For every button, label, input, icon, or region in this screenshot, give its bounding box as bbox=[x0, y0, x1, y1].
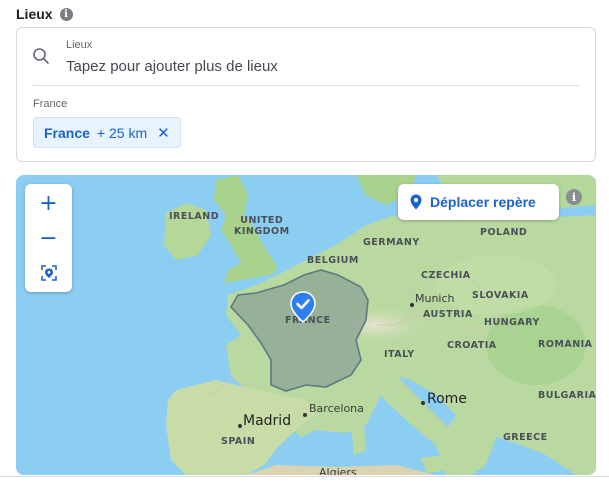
map-label-munich: Munich bbox=[415, 292, 455, 305]
divider bbox=[33, 85, 580, 86]
location-search-row: Lieux bbox=[17, 28, 595, 88]
map-label-poland: POLAND bbox=[480, 227, 528, 238]
city-dot-barcelona bbox=[303, 413, 307, 417]
zoom-out-button[interactable]: − bbox=[25, 221, 72, 255]
location-pin-icon[interactable] bbox=[290, 291, 316, 323]
bottom-divider bbox=[0, 476, 609, 477]
chip-radius[interactable]: + 25 km bbox=[97, 125, 147, 141]
info-icon[interactable]: i bbox=[59, 7, 73, 21]
move-marker-button[interactable]: Déplacer repère bbox=[398, 184, 559, 220]
search-icon bbox=[33, 48, 49, 64]
map-label-belgium: BELGIUM bbox=[307, 255, 359, 266]
map-label-romania: ROMANIA bbox=[538, 339, 593, 350]
map-label-croatia: CROATIA bbox=[447, 340, 497, 351]
locations-header: Lieux i bbox=[16, 4, 73, 24]
map-label-greece: GREECE bbox=[503, 432, 548, 443]
locations-card: Lieux France France + 25 km ✕ bbox=[16, 27, 596, 162]
search-field-label: Lieux bbox=[66, 39, 93, 51]
map-label-hungary: HUNGARY bbox=[484, 317, 540, 328]
map-label-czechia: CZECHIA bbox=[421, 270, 471, 281]
recenter-button[interactable] bbox=[25, 256, 72, 290]
chip-location-name: France bbox=[44, 124, 90, 141]
map-label-ireland: IRELAND bbox=[169, 211, 220, 222]
map-label-algiers: Algiers bbox=[319, 466, 357, 475]
map-label-spain: SPAIN bbox=[221, 436, 256, 447]
zoom-in-button[interactable]: + bbox=[25, 186, 72, 220]
map-label-barcelona: Barcelona bbox=[309, 402, 364, 415]
location-search-input[interactable] bbox=[66, 55, 566, 77]
map-label-germany: GERMANY bbox=[363, 237, 420, 248]
city-dot-madrid bbox=[238, 424, 242, 428]
remove-chip-icon[interactable]: ✕ bbox=[157, 124, 170, 142]
map-info-icon[interactable]: i bbox=[566, 189, 582, 205]
map-label-united-kingdom: UNITED KINGDOM bbox=[234, 215, 290, 237]
city-dot-munich bbox=[410, 303, 414, 307]
recenter-icon bbox=[40, 265, 57, 281]
map-label-rome: Rome bbox=[427, 391, 467, 407]
map-label-austria: AUSTRIA bbox=[423, 309, 473, 320]
map-label-italy: ITALY bbox=[384, 349, 415, 360]
map-label-madrid: Madrid bbox=[243, 413, 292, 429]
location-map[interactable]: IRELAND UNITED KINGDOM GERMANY POLAND BE… bbox=[16, 175, 596, 475]
city-dot-rome bbox=[421, 401, 425, 405]
selected-group-label: France bbox=[33, 98, 68, 110]
location-chip-france[interactable]: France + 25 km ✕ bbox=[33, 117, 181, 148]
map-label-slovakia: SLOVAKIA bbox=[472, 290, 529, 301]
map-label-bulgaria: BULGARIA bbox=[538, 390, 596, 401]
move-marker-label: Déplacer repère bbox=[430, 194, 536, 210]
map-zoom-controls: + − bbox=[25, 184, 72, 292]
map-pin-icon bbox=[410, 194, 422, 210]
section-title: Lieux bbox=[16, 6, 53, 22]
